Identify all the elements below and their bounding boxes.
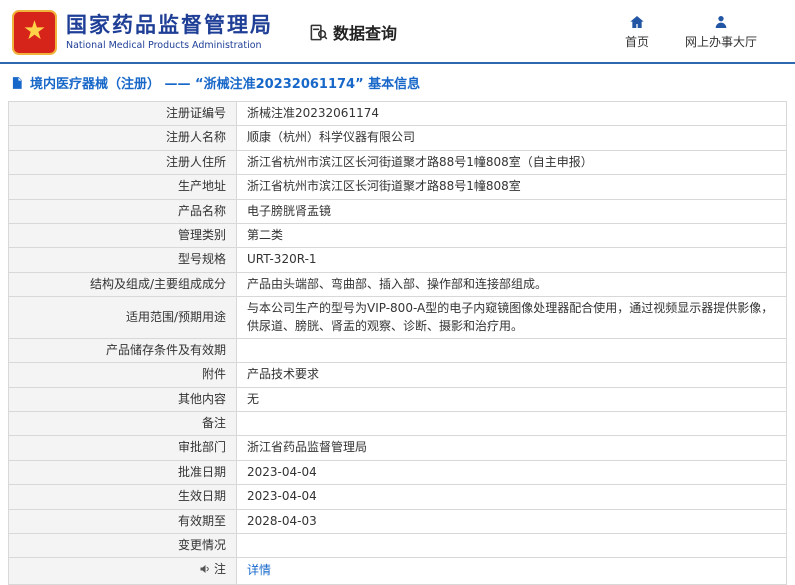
page-title: 境内医疗器械（注册） —— “浙械注准20232061174” 基本信息 — [0, 64, 795, 100]
field-value: 2028-04-03 — [236, 508, 787, 535]
field-value — [236, 337, 787, 364]
nav-service-hall-label: 网上办事大厅 — [684, 35, 757, 49]
document-icon — [10, 76, 24, 90]
field-label: 适用范围/预期用途 — [8, 296, 237, 339]
table-row: 附件 产品技术要求 — [8, 362, 787, 388]
field-value: 无 — [236, 386, 787, 413]
detail-link[interactable]: 详情 — [247, 563, 271, 577]
nmpa-brand: ★ 国家药品监督管理局 National Medical Products Ad… — [12, 9, 273, 55]
table-row: 审批部门 浙江省药品监督管理局 — [8, 435, 787, 461]
field-label: 附件 — [8, 362, 237, 388]
table-row: 型号规格 URT-320R-1 — [8, 247, 787, 273]
table-row: 注册证编号 浙械注准20232061174 — [8, 100, 787, 127]
field-label: 注册人名称 — [8, 125, 237, 151]
field-label: 注 — [8, 557, 237, 585]
field-value: URT-320R-1 — [236, 247, 787, 273]
field-value: 与本公司生产的型号为VIP-800-A型的电子内窥镜图像处理器配合使用，通过视频… — [236, 296, 787, 339]
field-value: 浙江省杭州市滨江区长河街道聚才路88号1幢808室（自主申报） — [236, 149, 787, 176]
page-title-text: 境内医疗器械（注册） —— “浙械注准20232061174” 基本信息 — [30, 77, 421, 92]
table-row: 产品储存条件及有效期 — [8, 337, 787, 364]
field-value: 第二类 — [236, 222, 787, 249]
field-label: 审批部门 — [8, 435, 237, 461]
field-value — [236, 411, 787, 437]
field-label: 备注 — [8, 411, 237, 437]
section-title-label: 数据查询 — [333, 24, 398, 43]
field-label: 批准日期 — [8, 459, 237, 486]
field-value: 2023-04-04 — [236, 484, 787, 510]
table-row: 注册人住所 浙江省杭州市滨江区长河街道聚才路88号1幢808室（自主申报） — [8, 149, 787, 176]
data-query-heading: 数据查询 — [309, 20, 397, 44]
nav-service-hall[interactable]: 网上办事大厅 — [685, 14, 757, 50]
table-row: 适用范围/预期用途 与本公司生产的型号为VIP-800-A型的电子内窥镜图像处理器… — [8, 296, 787, 339]
table-row: 生效日期 2023-04-04 — [8, 484, 787, 510]
registration-info-table: 注册证编号 浙械注准20232061174 注册人名称 顺康（杭州）科学仪器有限公司注… — [8, 100, 787, 585]
table-row: 结构及组成/主要组成成分 产品由头端部、弯曲部、插入部、操作部和连接部组成。 — [8, 271, 787, 298]
field-value: 浙江省杭州市滨江区长河街道聚才路88号1幢808室 — [236, 174, 787, 200]
user-icon — [713, 14, 729, 30]
field-value: 2023-04-04 — [236, 459, 787, 486]
field-value: 产品由头端部、弯曲部、插入部、操作部和连接部组成。 — [236, 271, 787, 298]
field-label: 生产地址 — [8, 174, 237, 200]
data-query-icon — [309, 23, 328, 42]
field-label: 结构及组成/主要组成成分 — [8, 271, 237, 298]
org-name-cn: 国家药品监督管理局 — [66, 13, 273, 38]
field-value: 浙械注准20232061174 — [236, 100, 787, 127]
emblem-star-icon: ★ — [22, 16, 47, 46]
field-label: 有效期至 — [8, 508, 237, 535]
field-value — [236, 533, 787, 559]
field-label: 其他内容 — [8, 386, 237, 413]
home-icon — [629, 14, 645, 30]
field-value: 产品技术要求 — [236, 362, 787, 388]
field-label: 注册证编号 — [8, 100, 237, 127]
header-nav: 首页 网上办事大厅 — [625, 14, 781, 50]
nav-home-label: 首页 — [624, 35, 649, 49]
org-name-en: National Medical Products Administration — [66, 39, 262, 51]
table-row: 其他内容无 — [8, 386, 787, 413]
field-label: 产品储存条件及有效期 — [8, 337, 237, 364]
table-row: 管理类别 第二类 — [8, 222, 787, 249]
nav-home[interactable]: 首页 — [625, 14, 649, 50]
table-row: 注册人名称 顺康（杭州）科学仪器有限公司 — [8, 125, 787, 151]
field-value: 浙江省药品监督管理局 — [236, 435, 787, 461]
site-header: ★ 国家药品监督管理局 National Medical Products Ad… — [0, 0, 795, 62]
table-row: 生产地址 浙江省杭州市滨江区长河街道聚才路88号1幢808室 — [8, 174, 787, 200]
table-row: 有效期至 2028-04-03 — [8, 508, 787, 535]
table-row: 备注 — [8, 411, 787, 437]
national-emblem-logo: ★ — [12, 9, 57, 55]
field-value: 顺康（杭州）科学仪器有限公司 — [236, 125, 787, 151]
field-label: 注册人住所 — [8, 149, 237, 176]
field-label: 变更情况 — [8, 533, 237, 559]
field-label: 生效日期 — [8, 484, 237, 510]
table-row: 变更情况 — [8, 533, 787, 559]
field-label: 型号规格 — [8, 247, 237, 273]
speaker-icon — [199, 563, 211, 580]
field-label: 管理类别 — [8, 222, 237, 249]
field-label: 产品名称 — [8, 198, 237, 224]
info-table-body: 注册证编号 浙械注准20232061174 注册人名称 顺康（杭州）科学仪器有限公司注… — [8, 100, 787, 585]
table-row: 注详情 — [8, 557, 787, 585]
field-value: 详情 — [236, 557, 787, 585]
table-row: 批准日期 2023-04-04 — [8, 459, 787, 486]
brand-text: 国家药品监督管理局 National Medical Products Admi… — [66, 13, 273, 50]
field-value: 电子膀胱肾盂镜 — [236, 198, 787, 224]
table-row: 产品名称 电子膀胱肾盂镜 — [8, 198, 787, 224]
page: ★ 国家药品监督管理局 National Medical Products Ad… — [0, 0, 795, 585]
